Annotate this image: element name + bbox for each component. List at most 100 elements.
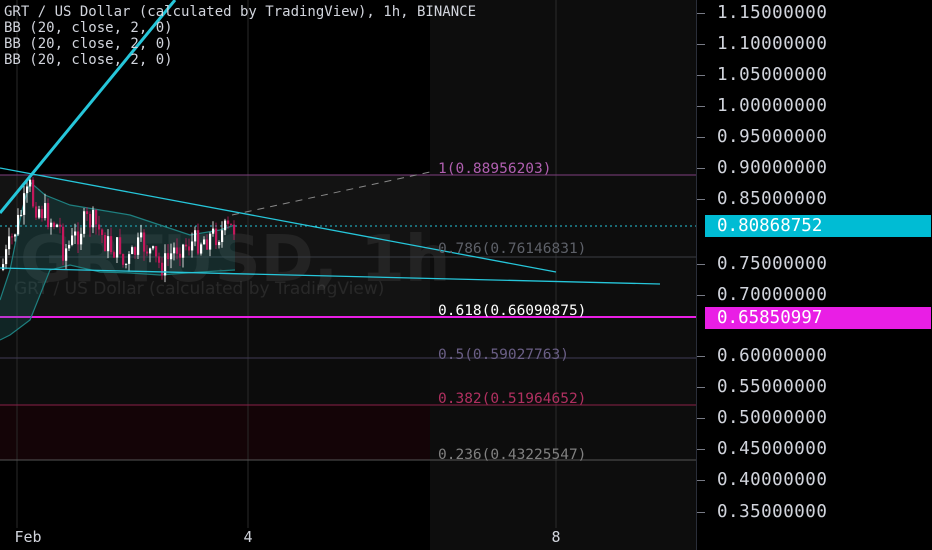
candle-body — [215, 228, 218, 246]
candle-body — [62, 226, 65, 261]
fib-price-badge[interactable]: 0.65850997 — [705, 307, 931, 329]
price-label: 0.70000000 — [717, 285, 828, 305]
price-label: 0.50000000 — [717, 408, 828, 428]
candle-body — [86, 211, 89, 215]
candle-body — [101, 229, 104, 236]
candle-body — [209, 233, 212, 250]
price-label: 0.60000000 — [717, 346, 828, 366]
candle-body — [206, 239, 209, 250]
candle-body — [155, 246, 158, 257]
price-tick — [697, 199, 705, 200]
candle-body — [182, 244, 185, 258]
candle-body — [95, 209, 98, 225]
candle-body — [134, 247, 137, 255]
price-tick — [697, 44, 705, 45]
price-label: 0.95000000 — [717, 127, 828, 147]
candle-body — [158, 256, 161, 263]
candle-body — [137, 237, 140, 255]
price-label: 1.15000000 — [717, 3, 828, 23]
candle-body — [173, 247, 176, 254]
price-label: 0.35000000 — [717, 502, 828, 522]
candle-body — [200, 244, 203, 254]
price-tick — [697, 387, 705, 388]
candle-body — [113, 252, 116, 258]
candle-body — [149, 248, 152, 254]
candle-body — [176, 247, 179, 254]
legend-title[interactable]: GRT / US Dollar (calculated by TradingVi… — [4, 4, 476, 20]
candle-body — [8, 236, 11, 250]
candle-body — [59, 224, 62, 227]
candle-body — [83, 211, 86, 234]
price-label: 1.05000000 — [717, 65, 828, 85]
legend-indicator[interactable]: BB (20, close, 2, 0) — [4, 52, 173, 68]
candle-body — [161, 262, 164, 276]
price-tick — [697, 168, 705, 169]
price-label: 1.10000000 — [717, 34, 828, 54]
candle-body — [230, 223, 233, 225]
fib-label: 0.786(0.76146831) — [438, 241, 587, 257]
legend-indicator[interactable]: BB (20, close, 2, 0) — [4, 20, 173, 36]
candle-body — [32, 179, 35, 207]
fib-label: 0.5(0.59027763) — [438, 347, 569, 363]
candle-body — [53, 222, 56, 227]
price-tick — [697, 264, 705, 265]
price-tick — [697, 512, 705, 513]
legend-indicator[interactable]: BB (20, close, 2, 0) — [4, 36, 173, 52]
candle-body — [71, 235, 74, 245]
chart-drawing — [0, 0, 696, 528]
candle-body — [74, 231, 77, 236]
candle-body — [26, 186, 29, 194]
candle-body — [227, 220, 230, 224]
price-label: 0.90000000 — [717, 158, 828, 178]
candle-body — [80, 233, 83, 245]
price-tick — [697, 449, 705, 450]
chart-area[interactable]: GRTUSD, 1h GRT / US Dollar (calculated b… — [0, 0, 696, 550]
time-label: Feb — [14, 528, 42, 546]
price-label: 0.85000000 — [717, 189, 828, 209]
candle-body — [152, 246, 155, 249]
candle-body — [92, 209, 95, 228]
candle-body — [119, 237, 122, 254]
candle-body — [191, 241, 194, 251]
candle-body — [167, 253, 170, 260]
candle-body — [47, 203, 50, 227]
current-price-badge[interactable]: 0.80868752 — [705, 215, 931, 237]
candle-body — [5, 249, 8, 265]
price-tick — [697, 295, 705, 296]
candle-body — [107, 236, 110, 252]
candle-body — [38, 209, 41, 218]
price-label: 0.40000000 — [717, 470, 828, 490]
candle-body — [89, 214, 92, 228]
candle-body — [56, 224, 59, 227]
price-tick — [697, 137, 705, 138]
candle-body — [203, 239, 206, 245]
price-tick — [697, 106, 705, 107]
candle-body — [20, 214, 23, 216]
price-scale[interactable]: 1.15000000 1.10000000 1.05000000 1.00000… — [696, 0, 932, 550]
trendline-lower — [0, 267, 661, 285]
candle-body — [110, 236, 113, 253]
price-tick — [697, 418, 705, 419]
candle-body — [212, 228, 215, 234]
candle-body — [143, 232, 146, 252]
price-tick — [697, 480, 705, 481]
candle-body — [218, 242, 221, 246]
time-label: 8 — [551, 528, 561, 546]
fib-label: 0.382(0.51964652) — [438, 391, 587, 407]
candle-body — [23, 193, 26, 215]
projection-dashed-line — [231, 171, 431, 216]
candle-body — [221, 230, 224, 243]
candle-body — [122, 253, 125, 265]
price-tick — [697, 356, 705, 357]
candle-body — [170, 253, 173, 260]
candle-body — [11, 236, 14, 238]
price-label: 1.00000000 — [717, 96, 828, 116]
candle-body — [41, 209, 44, 219]
fib-label: 1(0.88956203) — [438, 161, 552, 177]
time-label: 4 — [243, 528, 253, 546]
candle-body — [146, 251, 149, 254]
candle-body — [29, 179, 32, 187]
candle-body — [104, 235, 107, 252]
candle-body — [116, 237, 119, 258]
candle-body — [197, 230, 200, 254]
